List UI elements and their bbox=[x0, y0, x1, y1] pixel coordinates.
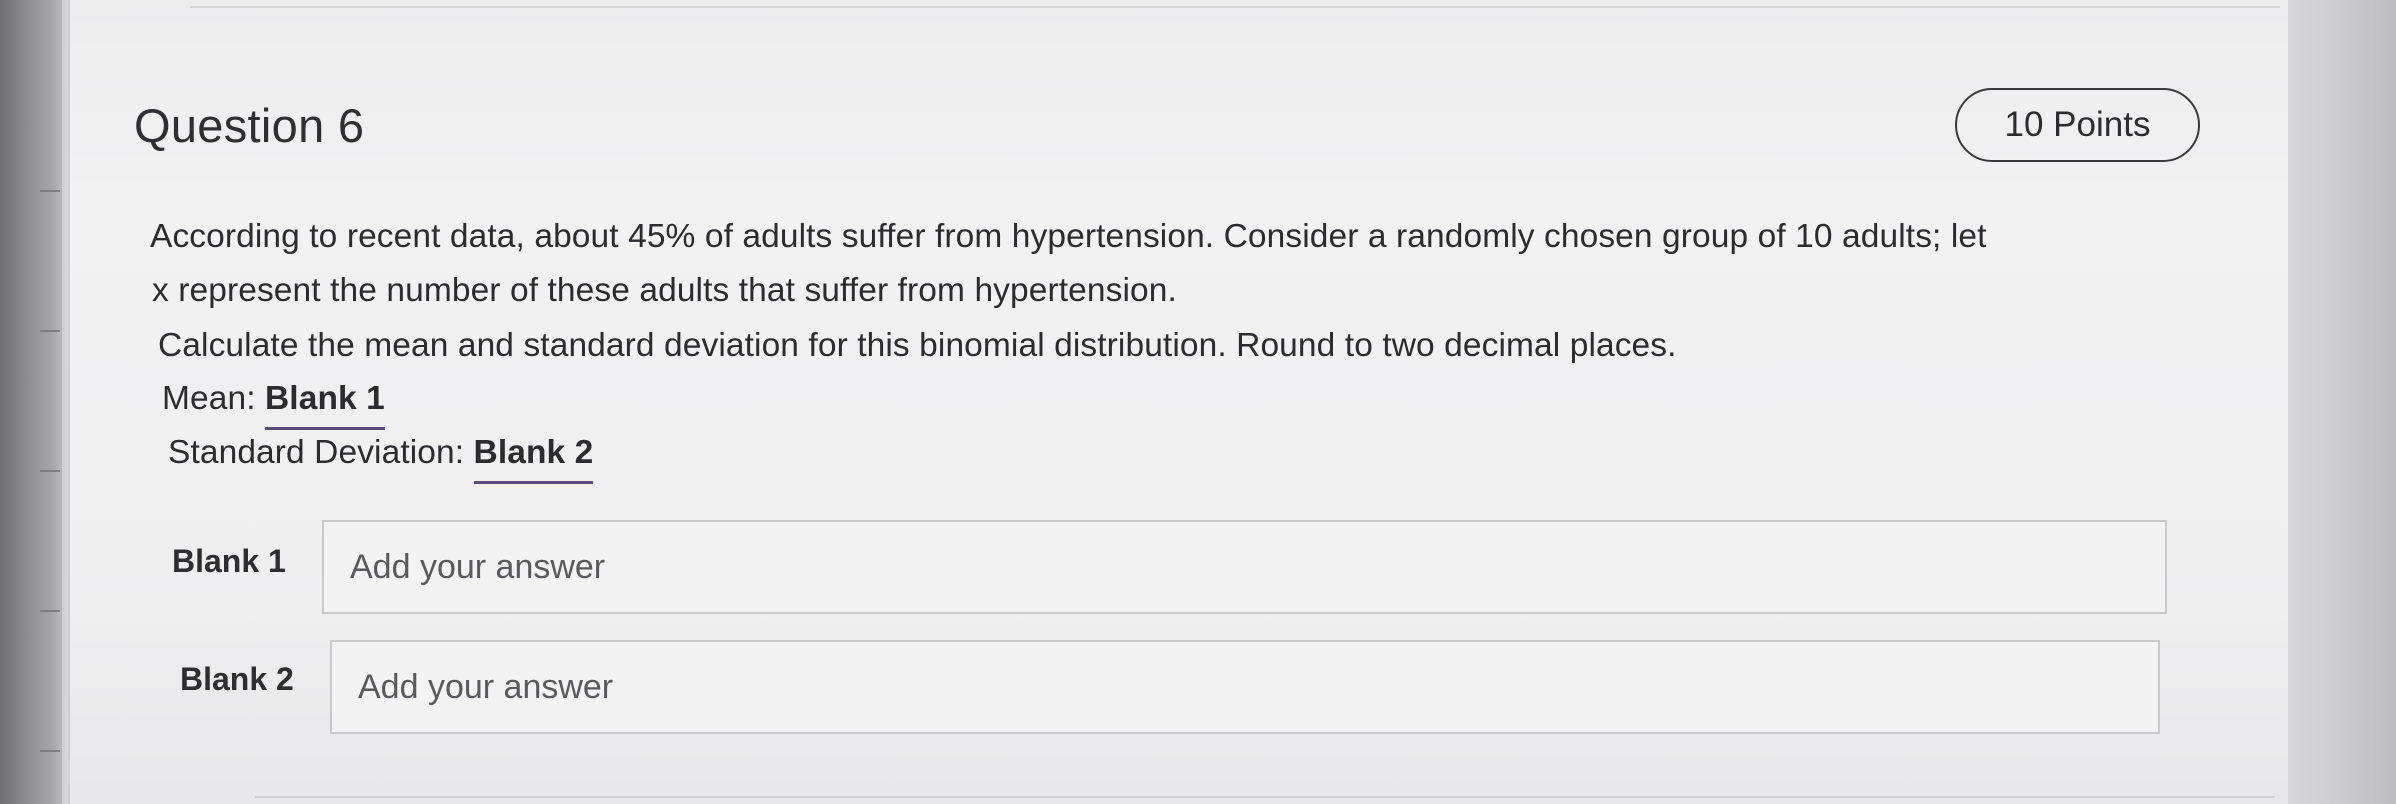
divider-bottom bbox=[255, 796, 2275, 798]
blank-1-input[interactable] bbox=[348, 546, 2165, 588]
mean-blank-ref[interactable]: Blank 1 bbox=[265, 380, 385, 430]
window-edge bbox=[0, 0, 62, 804]
sd-blank-ref[interactable]: Blank 2 bbox=[473, 434, 594, 484]
blank-1-label: Blank 1 bbox=[172, 543, 286, 579]
question-prompt-line2: x represent the number of these adults t… bbox=[152, 272, 1177, 309]
question-card: Question 6 10 Points According to recent… bbox=[68, 0, 2288, 804]
question-prompt-line1: According to recent data, about 45% of a… bbox=[150, 218, 1987, 255]
edge-tick bbox=[40, 750, 60, 752]
blank-2-label: Blank 2 bbox=[180, 661, 294, 697]
question-instruction: Calculate the mean and standard deviatio… bbox=[158, 327, 1677, 364]
blank-2-answer-box[interactable] bbox=[330, 640, 2160, 734]
edge-tick bbox=[40, 470, 60, 472]
points-badge: 10 Points bbox=[1955, 88, 2200, 162]
edge-tick bbox=[40, 610, 60, 612]
edge-tick bbox=[40, 330, 60, 332]
mean-line: Mean: Blank 1 bbox=[162, 380, 385, 430]
blank-2-input[interactable] bbox=[356, 666, 2158, 708]
sd-line: Standard Deviation: Blank 2 bbox=[168, 434, 594, 484]
sd-label: Standard Deviation: bbox=[168, 434, 474, 471]
mean-label: Mean: bbox=[162, 380, 266, 417]
divider-top bbox=[190, 6, 2280, 8]
blank-1-answer-box[interactable] bbox=[322, 520, 2167, 614]
question-title: Question 6 bbox=[134, 99, 365, 152]
edge-tick bbox=[40, 190, 60, 192]
